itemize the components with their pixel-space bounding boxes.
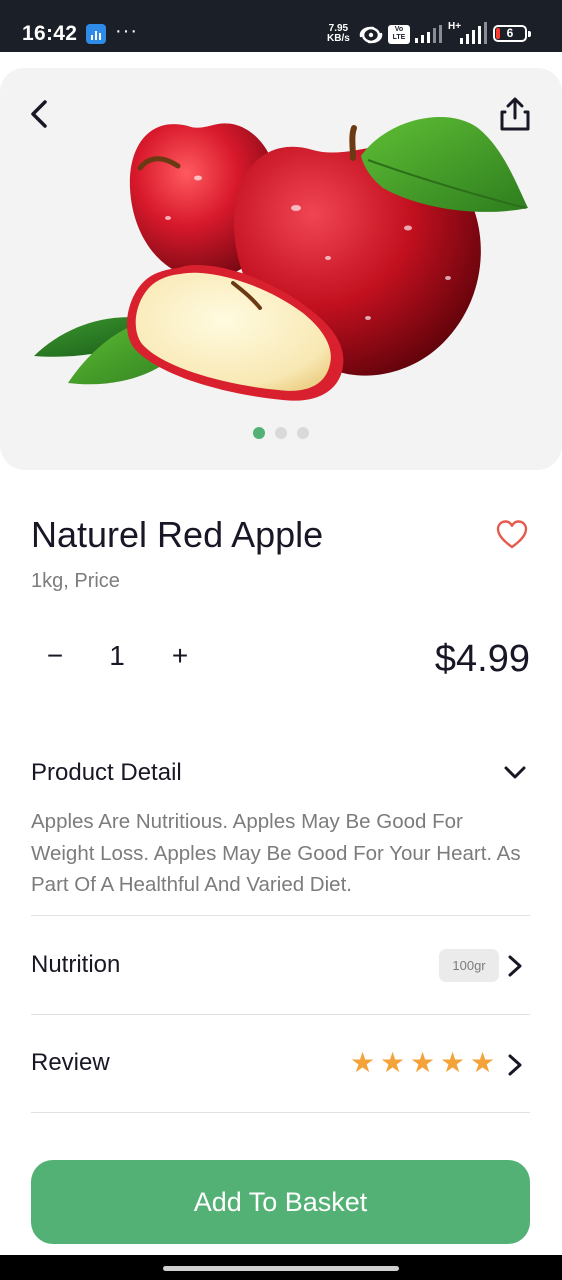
battery-level: 6: [506, 26, 514, 40]
product-description: Apples Are Nutritious. Apples May Be Goo…: [31, 810, 521, 896]
status-time: 16:42: [22, 22, 78, 45]
signal-icon: [415, 25, 442, 43]
chevron-right-icon[interactable]: [504, 1052, 526, 1078]
chevron-left-icon: [31, 100, 47, 128]
pager-dot-active[interactable]: [253, 427, 265, 439]
add-to-basket-button[interactable]: Add To Basket: [31, 1160, 530, 1244]
star-icon: ★: [380, 1047, 406, 1078]
product-title: Naturel Red Apple: [31, 514, 324, 555]
divider: [31, 1112, 530, 1113]
star-icon: ★: [470, 1047, 496, 1078]
volte-icon: Vo LTE: [388, 25, 410, 44]
quantity-increase-button[interactable]: +: [167, 640, 193, 672]
status-bar: 16:42 ··· 7.95 KB/s Vo LTE H+ 6: [0, 0, 562, 52]
star-icon: ★: [440, 1047, 466, 1078]
chevron-down-icon[interactable]: [502, 762, 528, 784]
system-navigation-bar: [0, 1255, 562, 1280]
quantity-value: 1: [109, 640, 125, 671]
signal-hplus-icon: H+: [448, 21, 488, 45]
chevron-right-icon[interactable]: [504, 953, 526, 979]
battery-icon: 6: [493, 25, 531, 42]
network-speed-unit: KB/s: [327, 33, 350, 44]
favorite-button[interactable]: [495, 518, 529, 552]
product-image: [34, 117, 528, 401]
divider: [31, 1014, 530, 1015]
home-indicator[interactable]: [163, 1266, 399, 1271]
share-icon: [500, 97, 530, 131]
pager-dot[interactable]: [297, 427, 309, 439]
quantity-decrease-button[interactable]: −: [44, 640, 66, 672]
heart-outline-icon: [496, 520, 528, 549]
divider: [31, 915, 530, 916]
pager-dot[interactable]: [275, 427, 287, 439]
nutrition-title[interactable]: Nutrition: [31, 951, 120, 979]
share-button[interactable]: [496, 96, 534, 134]
star-icon: ★: [410, 1047, 436, 1078]
volte-label: Vo LTE: [392, 26, 406, 41]
review-title[interactable]: Review: [31, 1049, 110, 1077]
product-price: $4.99: [434, 638, 530, 680]
nutrition-badge: 100gr: [439, 949, 499, 982]
product-subtitle: 1kg, Price: [31, 570, 120, 592]
star-icon: ★: [350, 1047, 376, 1078]
app-notification-icon: [86, 24, 106, 44]
product-detail-title[interactable]: Product Detail: [31, 759, 182, 787]
hotspot-icon: [359, 26, 383, 44]
more-notifications-indicator: ···: [115, 20, 138, 42]
network-speed: 7.95 KB/s: [327, 24, 350, 44]
back-button[interactable]: [22, 94, 58, 134]
